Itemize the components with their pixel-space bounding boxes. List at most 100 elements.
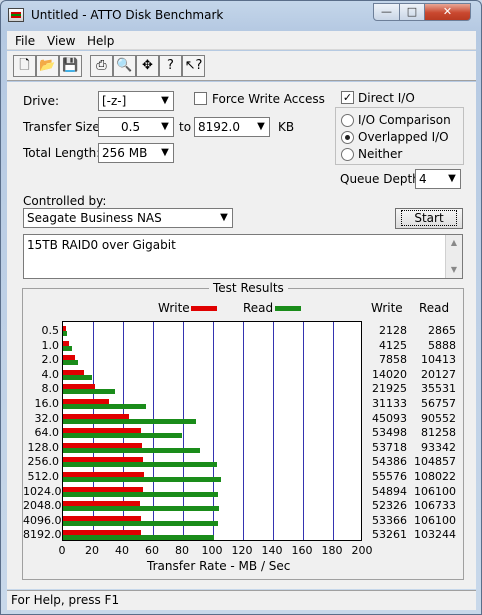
- atto-app-icon: [8, 8, 24, 22]
- transfer-size-label: Transfer Size:: [23, 120, 104, 134]
- transfer-size-tick: 16.0: [34, 397, 60, 410]
- legend-write-label: Write: [158, 301, 190, 315]
- read-value: 90552: [421, 411, 456, 425]
- scroll-down-icon[interactable]: ▼: [446, 262, 462, 278]
- force-write-checkbox[interactable]: [194, 92, 207, 105]
- read-value: 10413: [421, 353, 456, 367]
- transfer-from-select[interactable]: 0.5 ▼: [98, 117, 174, 137]
- chevron-down-icon[interactable]: ▼: [444, 170, 460, 188]
- window-title: Untitled - ATTO Disk Benchmark: [31, 8, 224, 22]
- description-textarea[interactable]: 15TB RAID0 over Gigabit ▲ ▼: [23, 234, 463, 279]
- read-bar: [63, 462, 217, 468]
- context-help-icon[interactable]: ↖?: [182, 55, 205, 77]
- x-axis-tick: 120: [231, 544, 253, 557]
- save-disk-icon[interactable]: 💾: [59, 55, 82, 77]
- kb-label: KB: [278, 120, 295, 134]
- gridline: [273, 322, 274, 540]
- start-button[interactable]: Start: [395, 208, 463, 229]
- read-bar: [63, 477, 222, 482]
- menu-view[interactable]: View: [47, 34, 75, 48]
- status-bar: For Help, press F1: [7, 590, 476, 610]
- overlapped-io-radio[interactable]: [341, 131, 354, 144]
- io-comparison-label: I/O Comparison: [358, 113, 451, 127]
- read-value: 5888: [428, 338, 456, 352]
- drive-select[interactable]: [-z-] ▼: [98, 91, 174, 111]
- description-text: 15TB RAID0 over Gigabit: [27, 238, 176, 252]
- transfer-size-tick: 4.0: [41, 367, 60, 381]
- menu-help[interactable]: Help: [87, 34, 114, 48]
- read-value: 103244: [414, 528, 456, 542]
- read-bar: [63, 447, 200, 453]
- toolbar: 🗋 📂 💾 ⎙ 🔍 ✥ ? ↖?: [7, 51, 476, 81]
- direct-io-checkbox[interactable]: ✓: [341, 91, 354, 104]
- read-value: 104857: [414, 455, 456, 469]
- to-label: to: [179, 120, 192, 134]
- read-value: 56757: [421, 397, 456, 410]
- transfer-size-tick: 1024.0: [23, 484, 62, 498]
- write-value: 55576: [372, 470, 407, 483]
- chevron-down-icon[interactable]: ▼: [157, 144, 173, 162]
- read-value: 93342: [421, 440, 456, 454]
- write-value: 21925: [372, 382, 407, 396]
- new-document-icon[interactable]: 🗋: [13, 55, 36, 77]
- total-length-label: Total Length:: [23, 146, 101, 160]
- print-icon[interactable]: ⎙: [90, 55, 113, 77]
- force-write-label: Force Write Access: [212, 92, 325, 106]
- total-length-select[interactable]: 256 MB ▼: [98, 143, 174, 163]
- transfer-rate-chart: [62, 321, 362, 541]
- transfer-size-tick: 256.0: [27, 455, 60, 469]
- io-comparison-radio[interactable]: [341, 114, 354, 127]
- chevron-down-icon[interactable]: ▼: [157, 118, 173, 136]
- x-axis-tick: 180: [321, 544, 343, 557]
- chevron-down-icon[interactable]: ▼: [253, 118, 269, 136]
- read-value: 20127: [421, 367, 456, 381]
- write-value: 45093: [372, 411, 407, 425]
- print-preview-icon[interactable]: 🔍: [113, 55, 136, 77]
- drive-label: Drive:: [23, 94, 60, 108]
- neither-radio[interactable]: [341, 148, 354, 161]
- gridline: [333, 322, 334, 540]
- transfer-size-tick: 1.0: [41, 338, 60, 352]
- description-scrollbar[interactable]: ▲ ▼: [445, 235, 462, 278]
- write-value: 53498: [372, 426, 407, 440]
- open-folder-icon[interactable]: 📂: [36, 55, 59, 77]
- write-value: 53261: [372, 528, 407, 542]
- x-axis-tick: 200: [351, 544, 373, 557]
- menu-bar: File View Help: [7, 31, 476, 50]
- title-bar[interactable]: Untitled - ATTO Disk Benchmark — □ ✕: [1, 1, 481, 29]
- main-panel: Drive: [-z-] ▼ Force Write Access ✓ Dire…: [7, 82, 476, 589]
- drive-value: [-z-]: [102, 94, 127, 108]
- transfer-to-select[interactable]: 8192.0 ▼: [194, 117, 270, 137]
- controlled-by-value: Seagate Business NAS: [27, 211, 162, 225]
- read-bar: [63, 345, 72, 351]
- transfer-size-tick: 32.0: [34, 411, 60, 425]
- scroll-up-icon[interactable]: ▲: [446, 235, 462, 251]
- write-value: 54386: [372, 455, 407, 469]
- read-value: 106100: [414, 513, 456, 527]
- read-bar: [63, 506, 220, 512]
- x-axis-tick: 100: [201, 544, 223, 557]
- chevron-down-icon[interactable]: ▼: [157, 92, 173, 110]
- queue-depth-value: 4: [419, 172, 427, 186]
- read-bar: [63, 418, 196, 424]
- transfer-size-tick: 2.0: [41, 353, 60, 367]
- x-axis-tick: 60: [145, 544, 159, 557]
- controlled-by-select[interactable]: Seagate Business NAS ▼: [23, 208, 233, 228]
- read-bar: [63, 360, 79, 366]
- help-icon[interactable]: ?: [159, 55, 182, 77]
- write-value: 31133: [372, 397, 407, 410]
- maximize-button[interactable]: □: [399, 3, 425, 21]
- transfer-size-tick: 2048.0: [23, 499, 62, 513]
- write-value: 52326: [372, 499, 407, 513]
- menu-file[interactable]: File: [15, 34, 35, 48]
- transfer-from-value: 0.5: [121, 120, 141, 134]
- chevron-down-icon[interactable]: ▼: [216, 209, 232, 227]
- write-value: 53366: [372, 513, 407, 527]
- move-icon[interactable]: ✥: [136, 55, 159, 77]
- close-button[interactable]: ✕: [424, 3, 471, 21]
- minimize-button[interactable]: —: [373, 3, 400, 21]
- overlapped-io-label: Overlapped I/O: [358, 130, 449, 144]
- read-value: 108022: [414, 470, 456, 483]
- queue-depth-select[interactable]: 4 ▼: [415, 169, 461, 189]
- x-axis-title: Transfer Rate - MB / Sec: [147, 559, 291, 573]
